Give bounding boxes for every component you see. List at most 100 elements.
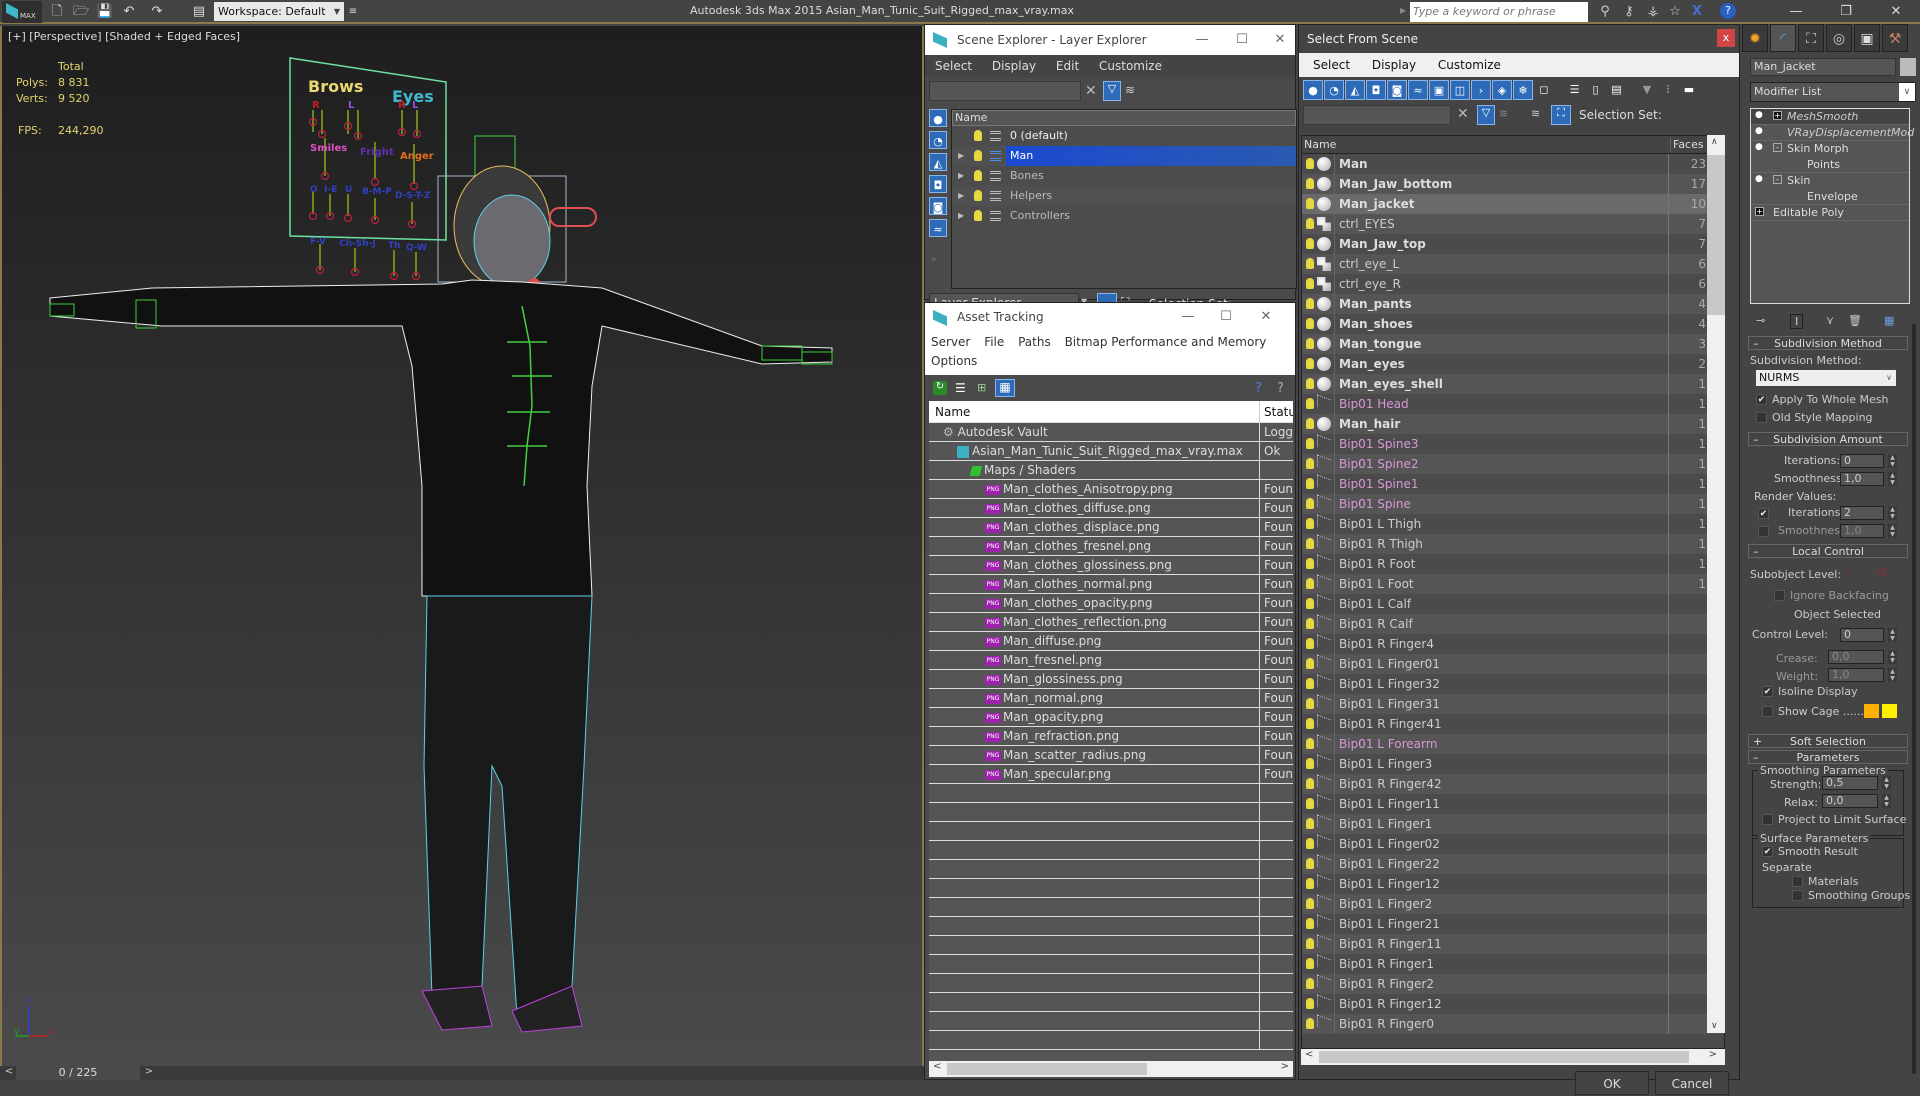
menu-options[interactable]: Options [931,354,977,368]
next-frame-button[interactable]: > [142,1066,156,1080]
visibility-bulb-icon[interactable] [974,190,982,201]
display-lights-icon[interactable]: ◭ [929,153,947,171]
asset-row[interactable]: PNGMan_clothes_glossiness.png Found [929,556,1293,575]
display-shapes-icon[interactable]: ◔ [929,131,947,149]
spinner-arrows-icon[interactable]: ▲ ▼ [1888,472,1897,486]
asset-row[interactable]: PNGMan_glossiness.png Found [929,670,1293,689]
visibility-bulb-icon[interactable] [1306,478,1314,489]
modifier-toggle-bulb-icon[interactable]: ● [1755,142,1763,152]
asset-row[interactable]: PNGMan_specular.png Found [929,765,1293,784]
expand-arrow-icon[interactable]: ▶ [958,206,964,226]
object-row[interactable]: Bip01 R Calf [1302,614,1724,634]
visibility-bulb-icon[interactable] [974,150,982,161]
configure-modifier-sets-icon[interactable]: ▦ [1884,314,1894,327]
restore-button[interactable]: ❐ [1828,2,1864,22]
visibility-bulb-icon[interactable] [1306,1018,1314,1029]
object-row[interactable]: Bip01 R Finger0 [1302,1014,1724,1034]
visibility-bulb-icon[interactable] [1306,178,1314,189]
scroll-down-icon[interactable]: ∨ [1711,1021,1718,1031]
visibility-bulb-icon[interactable] [1306,238,1314,249]
visibility-bulb-icon[interactable] [1306,658,1314,669]
separate-materials-checkbox[interactable] [1792,876,1803,887]
visibility-bulb-icon[interactable] [1306,998,1314,1009]
visibility-bulb-icon[interactable] [1306,958,1314,969]
cage-color-swatch-2[interactable] [1882,704,1897,718]
visibility-bulb-icon[interactable] [1306,898,1314,909]
asset-row[interactable]: Maps / Shaders [929,461,1293,480]
menu-edit[interactable]: Edit [1056,59,1079,73]
scroll-right-icon[interactable]: > [1281,1061,1289,1072]
menu-customize[interactable]: Customize [1438,58,1501,72]
exchange-icon[interactable]: X [1688,3,1706,21]
object-row[interactable]: Bip01 L Finger2 [1302,894,1724,914]
filter-icon[interactable]: ▽ [1103,81,1121,101]
workspace-dropdown[interactable]: Workspace: Default ▼ [214,2,344,21]
context-help-icon[interactable]: ? [1277,381,1284,396]
control-level-spinner[interactable]: 0 [1840,628,1884,642]
menu-server[interactable]: Server [931,335,970,349]
smoothness-spinner[interactable]: 1,0 [1840,472,1884,486]
help-icon[interactable]: ? [1255,381,1262,396]
visibility-bulb-icon[interactable] [974,210,982,221]
spinner-arrows-icon[interactable]: ▲ ▼ [1888,506,1897,520]
separate-smoothing-groups-checkbox[interactable] [1792,890,1803,901]
menu-select[interactable]: Select [935,59,972,73]
visibility-bulb-icon[interactable] [1306,598,1314,609]
redo-icon[interactable]: ↷ [148,3,166,21]
visibility-bulb-icon[interactable] [1306,618,1314,629]
object-row[interactable]: Man_Jaw_bottom 17 [1302,174,1724,194]
expand-arrow-icon[interactable]: ▶ [958,186,964,206]
visibility-bulb-icon[interactable] [1306,698,1314,709]
visibility-bulb-icon[interactable] [1306,938,1314,949]
sub-object-level[interactable]: Points [1807,158,1840,171]
utilities-tab-icon[interactable]: ⚒ [1882,24,1908,52]
command-panel-scrollbar[interactable] [1912,324,1916,1074]
object-row[interactable]: Bip01 R Foot 1 [1302,554,1724,574]
minimize-button[interactable]: — [1778,2,1814,22]
refresh-icon[interactable]: ↻ [933,381,947,395]
object-row[interactable]: Bip01 L Finger02 [1302,834,1724,854]
asset-row[interactable]: PNGMan_clothes_diffuse.png Found [929,499,1293,518]
object-row[interactable]: Bip01 Spine1 1 [1302,474,1724,494]
object-row[interactable]: Bip01 L Calf [1302,594,1724,614]
object-row[interactable]: Bip01 L Finger31 [1302,694,1724,714]
object-name-field[interactable]: Man_jacket [1750,58,1896,76]
relax-spinner[interactable]: 0,0 [1822,794,1878,808]
hierarchy-tab-icon[interactable]: ⛶ [1798,24,1824,52]
object-row[interactable]: Bip01 L Foot 1 [1302,574,1724,594]
close-button[interactable]: ✕ [1251,303,1281,331]
visibility-bulb-icon[interactable] [1306,758,1314,769]
filter-funnel-icon[interactable]: ▼ [1637,80,1657,100]
filter-lights-icon[interactable]: ◭ [1345,80,1365,100]
visibility-bulb-icon[interactable] [1306,638,1314,649]
layer-row[interactable]: 0 (default) [952,126,1296,146]
visibility-bulb-icon[interactable] [1306,558,1314,569]
asset-row[interactable]: PNGMan_scatter_radius.png Found [929,746,1293,765]
name-column-header[interactable]: Name [952,110,1296,126]
modifier-row[interactable]: + Editable Poly [1751,205,1909,221]
time-slider-thumb[interactable]: 0 / 225 [16,1066,140,1080]
old-style-mapping-checkbox[interactable] [1756,412,1767,423]
visibility-bulb-icon[interactable] [1306,358,1314,369]
local-control-rollout[interactable]: – Local Control [1748,544,1908,558]
asset-row[interactable]: PNGMan_clothes_displace.png Found [929,518,1293,537]
object-row[interactable]: Bip01 R Finger12 [1302,994,1724,1014]
asset-row[interactable]: PNGMan_normal.png Found [929,689,1293,708]
smooth-result-checkbox[interactable]: ✔ [1762,846,1773,857]
ok-button[interactable]: OK [1575,1071,1649,1095]
prev-frame-button[interactable]: < [2,1066,16,1080]
asset-row[interactable]: PNGMan_fresnel.png Found [929,651,1293,670]
object-row[interactable]: Man_eyes_shell 1 [1302,374,1724,394]
visibility-bulb-icon[interactable] [1306,978,1314,989]
crease-spinner[interactable]: 0,0 [1828,650,1884,664]
menu-file[interactable]: File [984,335,1004,349]
asset-row[interactable]: PNGMan_refraction.png Found [929,727,1293,746]
spinner-arrows-icon[interactable]: ▲ ▼ [1888,628,1897,642]
expand-arrow-icon[interactable]: ▶ [958,146,964,166]
layer-tools-icon[interactable]: ≋ [1125,83,1135,97]
time-slider[interactable]: < 0 / 225 > [0,1066,924,1080]
object-row[interactable]: Bip01 L Finger3 [1302,754,1724,774]
display-tab-icon[interactable]: ▣ [1854,24,1880,52]
advanced-filter-icon[interactable]: ⫶ [1658,80,1678,100]
filter-frozen-icon[interactable]: ❄ [1513,80,1533,100]
